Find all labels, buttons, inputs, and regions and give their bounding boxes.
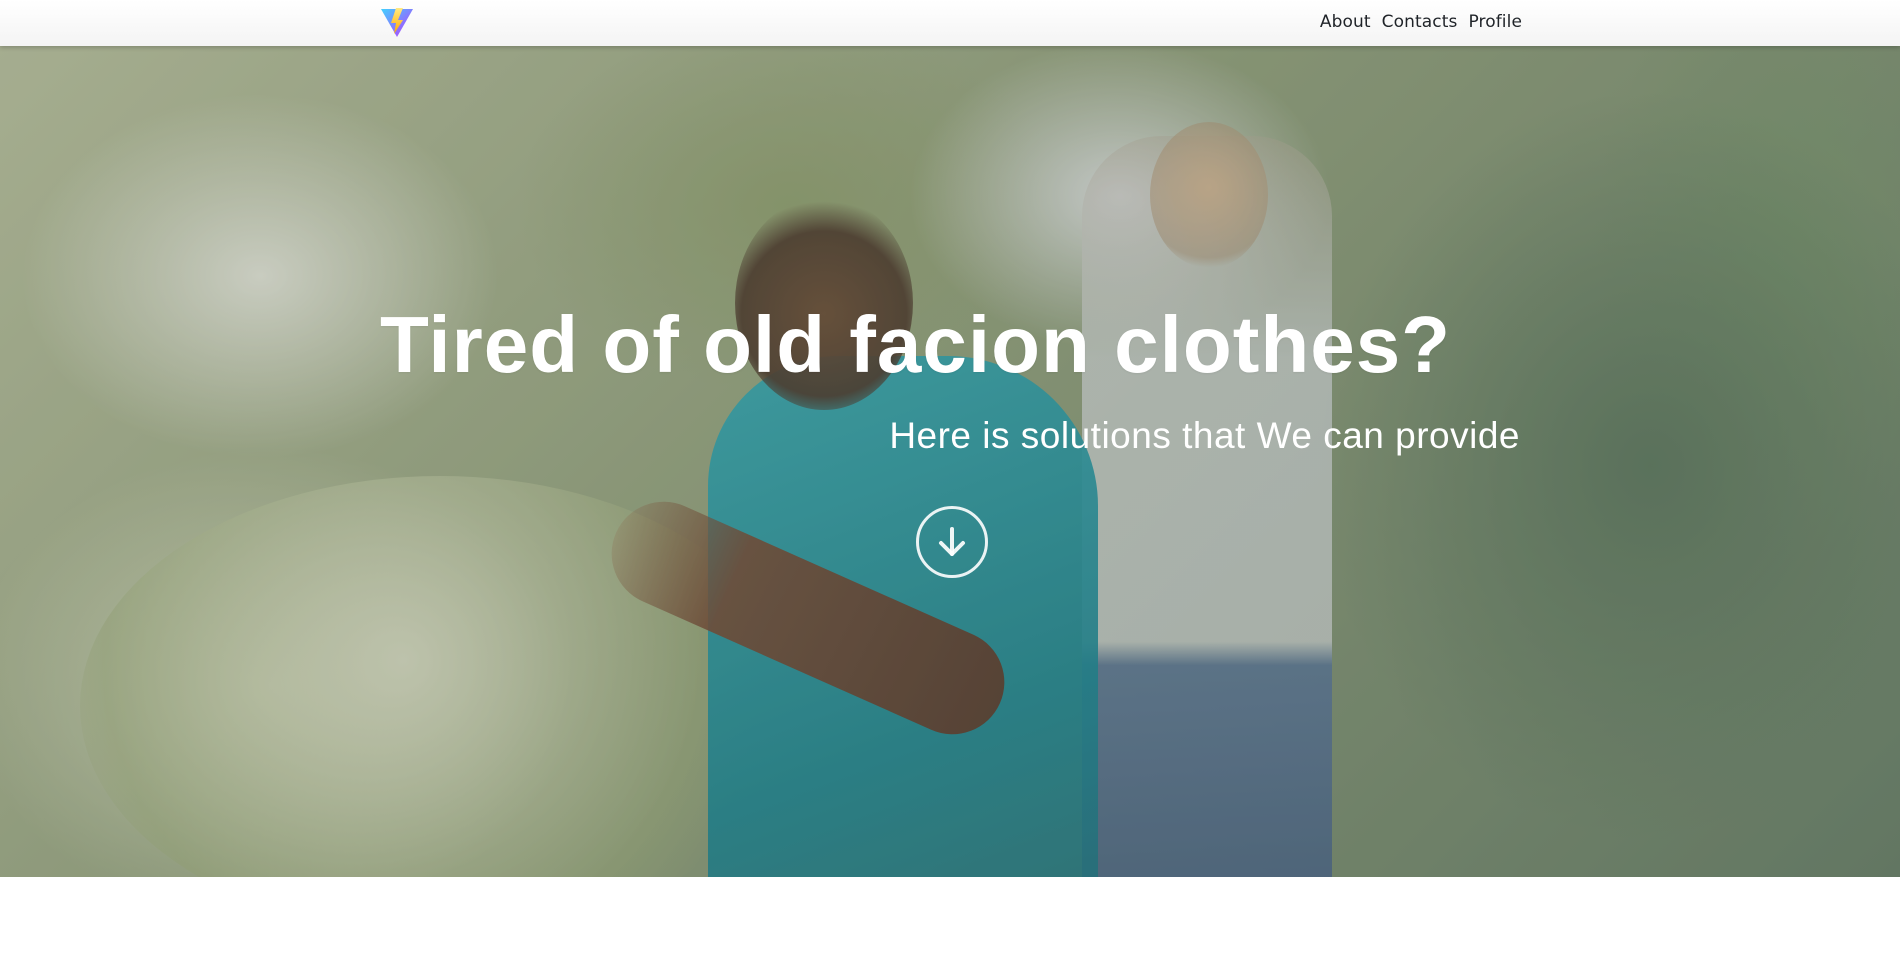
top-navigation-bar: About Contacts Profile [0,0,1900,46]
main-navigation: About Contacts Profile [1320,12,1522,32]
nav-link-profile[interactable]: Profile [1468,12,1522,32]
hero-headline: Tired of old facion clothes? [380,300,1452,389]
arrow-down-circle-icon [939,527,965,556]
white-content-area [0,877,1900,968]
nav-link-contacts[interactable]: Contacts [1382,12,1458,32]
hero-section [0,46,1900,877]
hero-subheadline: Here is solutions that We can provide [889,415,1520,456]
nav-link-about[interactable]: About [1320,12,1371,32]
hero-dimming-overlay [0,46,1900,877]
scroll-down-button[interactable] [916,506,988,578]
vite-logo-icon[interactable] [380,7,414,39]
